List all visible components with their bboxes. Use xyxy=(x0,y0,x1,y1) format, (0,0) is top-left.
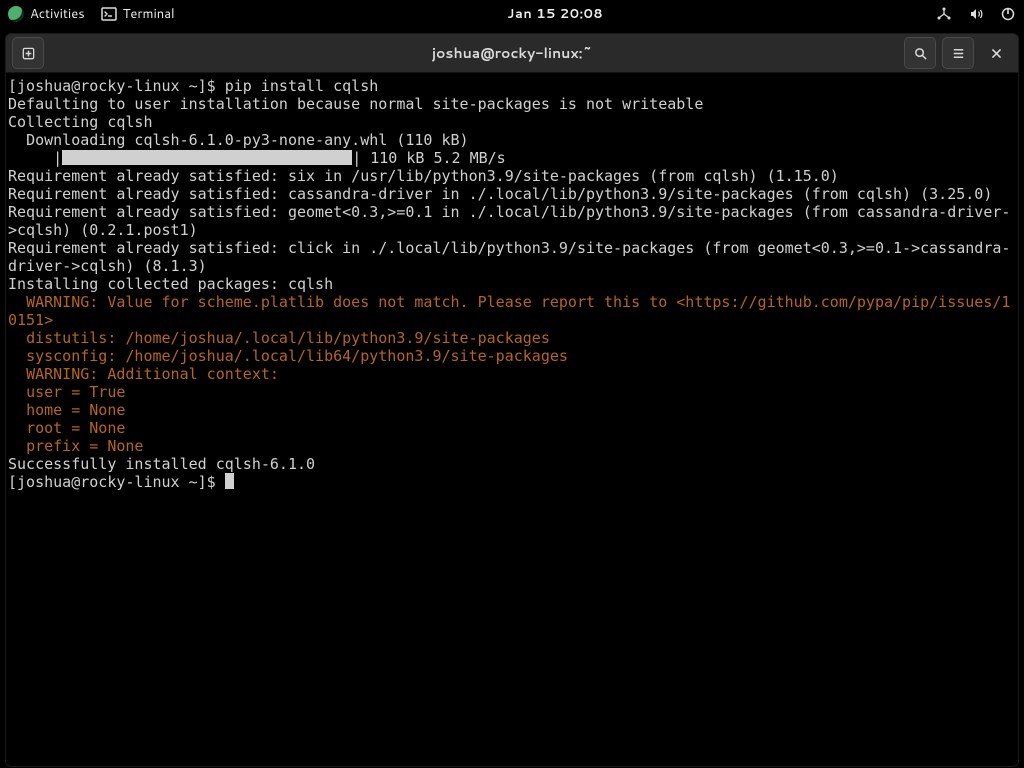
close-icon xyxy=(990,47,1003,60)
output-line: Requirement already satisfied: geomet<0.… xyxy=(8,203,1010,239)
new-tab-button[interactable] xyxy=(12,37,44,69)
warning-line: root = None xyxy=(8,419,125,437)
terminal-window: joshua@rocky-linux:~ [joshua@rocky-linux… xyxy=(0,28,1024,768)
terminal-viewport[interactable]: [joshua@rocky-linux ~]$ pip install cqls… xyxy=(5,73,1019,767)
activities-label: Activities xyxy=(30,8,85,21)
warning-line: prefix = None xyxy=(8,437,143,455)
volume-indicator[interactable] xyxy=(968,6,984,22)
progress-bar xyxy=(62,150,352,165)
activities-logo-icon xyxy=(8,6,24,22)
command-text: pip install cqlsh xyxy=(225,77,379,95)
app-menu[interactable]: Terminal xyxy=(101,6,175,22)
warning-line: WARNING: Additional context: xyxy=(8,365,279,383)
prompt: [joshua@rocky-linux ~]$ xyxy=(8,473,225,491)
search-button[interactable] xyxy=(904,37,936,69)
output-line: Defaulting to user installation because … xyxy=(8,95,703,113)
network-icon xyxy=(936,6,952,22)
output-line: Installing collected packages: cqlsh xyxy=(8,275,333,293)
network-indicator[interactable] xyxy=(936,6,952,22)
power-indicator[interactable] xyxy=(1000,6,1016,22)
output-line: Collecting cqlsh xyxy=(8,113,153,131)
output-line: Requirement already satisfied: six in /u… xyxy=(8,167,839,185)
new-tab-icon xyxy=(21,46,36,61)
warning-line: distutils: /home/joshua/.local/lib/pytho… xyxy=(8,329,550,347)
output-line: Downloading cqlsh-6.1.0-py3-none-any.whl… xyxy=(8,131,469,149)
output-line: | 110 kB 5.2 MB/s xyxy=(352,149,506,167)
app-menu-label: Terminal xyxy=(123,8,175,21)
warning-line: user = True xyxy=(8,383,125,401)
gnome-topbar: Activities Terminal Jan 15 20:08 xyxy=(0,0,1024,28)
menu-button[interactable] xyxy=(942,37,974,69)
close-button[interactable] xyxy=(980,37,1012,69)
topbar-clock[interactable]: Jan 15 20:08 xyxy=(507,8,603,21)
hamburger-icon xyxy=(951,46,966,61)
power-icon xyxy=(1000,6,1016,22)
cursor xyxy=(225,473,234,489)
activities-button[interactable]: Activities xyxy=(8,6,85,22)
output-line: Successfully installed cqlsh-6.1.0 xyxy=(8,455,315,473)
volume-icon xyxy=(968,6,984,22)
warning-line: sysconfig: /home/joshua/.local/lib64/pyt… xyxy=(8,347,568,365)
output-line: Requirement already satisfied: click in … xyxy=(8,239,1010,275)
window-titlebar: joshua@rocky-linux:~ xyxy=(5,33,1019,73)
window-title: joshua@rocky-linux:~ xyxy=(0,46,1024,60)
output-line: | xyxy=(8,149,62,167)
warning-line: WARNING: Value for scheme.platlib does n… xyxy=(8,293,1010,329)
search-icon xyxy=(913,46,928,61)
prompt: [joshua@rocky-linux ~]$ xyxy=(8,77,225,95)
output-line: Requirement already satisfied: cassandra… xyxy=(8,185,992,203)
warning-line: home = None xyxy=(8,401,125,419)
terminal-icon xyxy=(101,6,117,22)
